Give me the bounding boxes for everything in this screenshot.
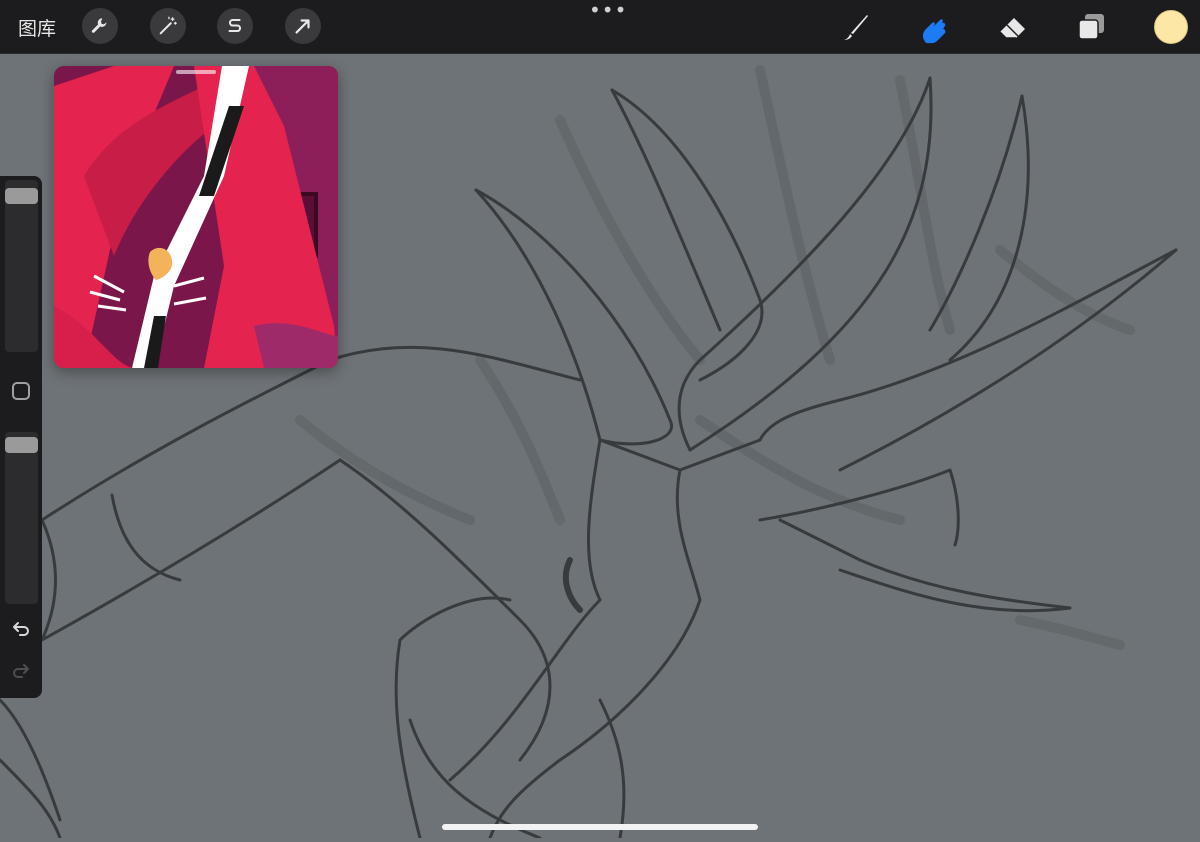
undo-button[interactable] bbox=[9, 617, 33, 641]
color-picker-button[interactable] bbox=[1154, 10, 1188, 44]
eraser-icon bbox=[999, 18, 1025, 39]
actions-button[interactable] bbox=[82, 8, 118, 44]
brush-tool-button[interactable] bbox=[838, 10, 872, 44]
gallery-button[interactable]: 图库 bbox=[18, 14, 56, 41]
smudge-finger-icon bbox=[922, 19, 946, 44]
layers-button[interactable] bbox=[1075, 10, 1109, 44]
redo-button[interactable] bbox=[9, 659, 33, 683]
transform-button[interactable] bbox=[285, 8, 321, 44]
brush-size-slider[interactable] bbox=[5, 180, 38, 352]
brush-size-thumb[interactable] bbox=[5, 188, 38, 204]
reference-window-handle[interactable] bbox=[176, 70, 216, 74]
left-sidebar bbox=[0, 176, 42, 698]
opacity-slider[interactable] bbox=[5, 432, 38, 604]
more-options-handle[interactable]: ••• bbox=[589, 0, 627, 20]
top-toolbar: 图库 ••• bbox=[0, 0, 1200, 54]
selection-button[interactable] bbox=[217, 8, 253, 44]
brush-icon bbox=[844, 15, 868, 40]
smudge-tool-button[interactable] bbox=[916, 10, 950, 44]
opacity-thumb[interactable] bbox=[5, 437, 38, 453]
arrow-cursor-icon bbox=[295, 19, 310, 34]
selection-s-icon bbox=[228, 19, 241, 33]
home-indicator[interactable] bbox=[442, 824, 758, 830]
square-modify-icon[interactable] bbox=[12, 382, 30, 400]
wrench-icon bbox=[91, 18, 107, 33]
reference-image bbox=[54, 66, 338, 368]
undo-arrow-icon bbox=[13, 622, 29, 636]
eraser-tool-button[interactable] bbox=[996, 10, 1030, 44]
layers-icon bbox=[1078, 14, 1104, 40]
reference-window[interactable] bbox=[54, 66, 338, 368]
redo-arrow-icon bbox=[13, 664, 29, 678]
adjustments-button[interactable] bbox=[150, 8, 186, 44]
magic-wand-icon bbox=[159, 16, 177, 35]
